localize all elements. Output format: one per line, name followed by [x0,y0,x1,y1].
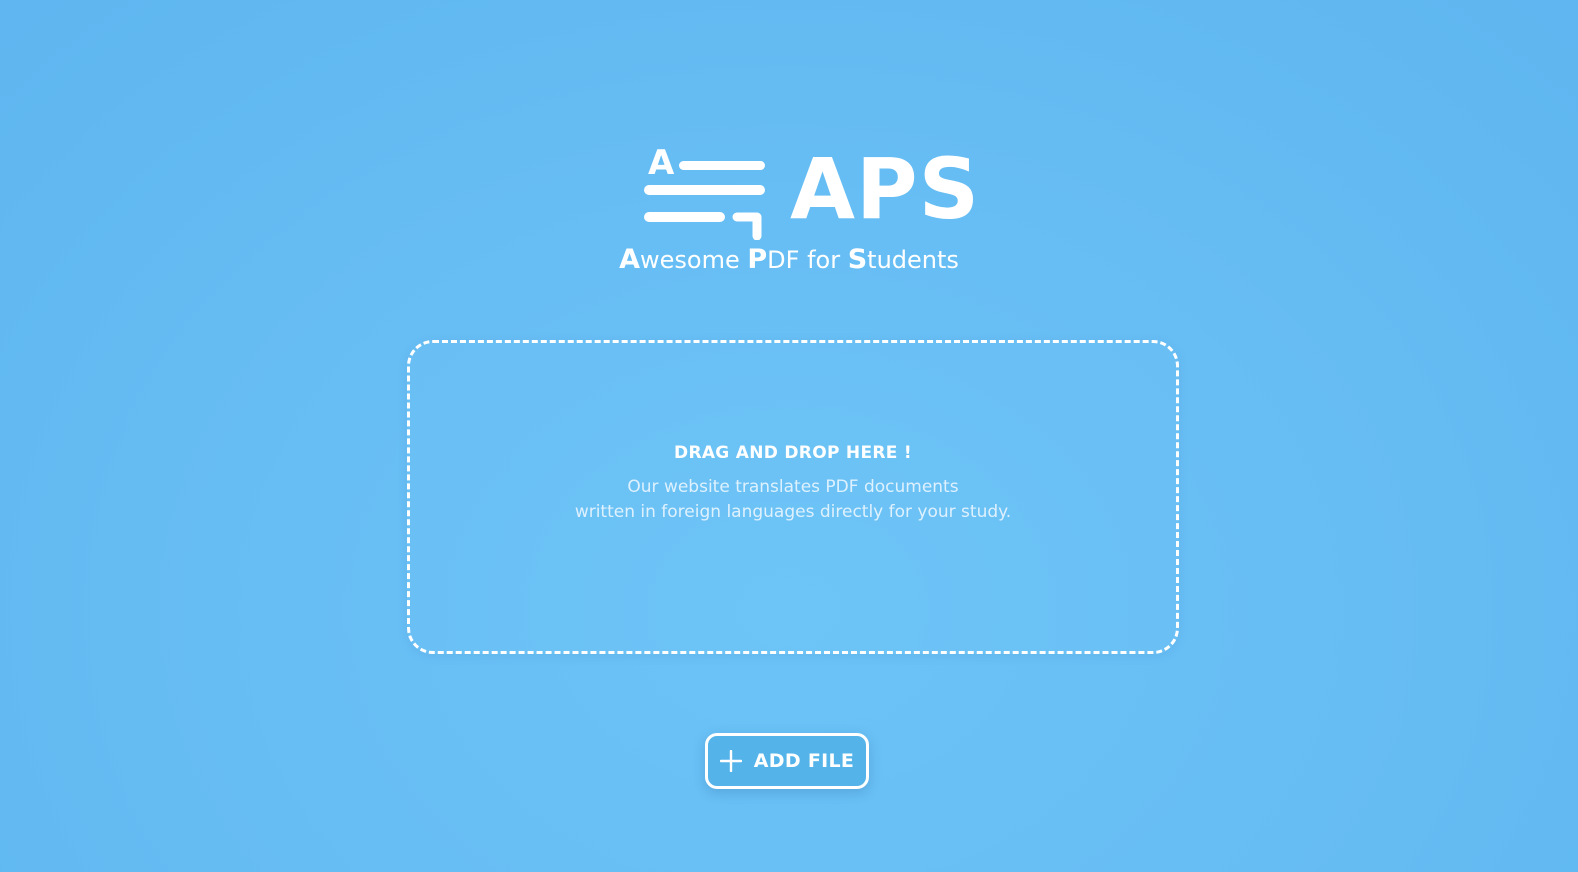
tagline-text-3: tudents [867,246,959,274]
file-drop-zone[interactable]: DRAG AND DROP HERE ! Our website transla… [407,340,1179,654]
tagline-text-2: DF for [767,246,848,274]
tagline-letter-a: A [619,244,640,275]
brand-tagline: Awesome PDF for Students [0,244,1578,276]
drop-zone-title: DRAG AND DROP HERE ! [674,443,912,463]
plus-icon [719,750,742,772]
document-lines-icon: A [644,144,765,240]
tagline-letter-p: P [747,244,768,275]
drop-zone-description-line-2: written in foreign languages directly fo… [574,502,1012,522]
add-file-label: ADD FILE [753,750,855,772]
drop-zone-description-line-1: Our website translates PDF documents [627,477,959,497]
brand-logo: A APS [0,140,1578,240]
tagline-text-1: wesome [640,246,748,274]
drop-zone-description: Our website translates PDF documents wri… [410,475,1176,525]
tagline-letter-s: S [847,244,868,275]
brand-name: APS [790,140,981,238]
logo-mark-letter: A [648,144,675,183]
add-file-button[interactable]: ADD FILE [705,733,869,789]
